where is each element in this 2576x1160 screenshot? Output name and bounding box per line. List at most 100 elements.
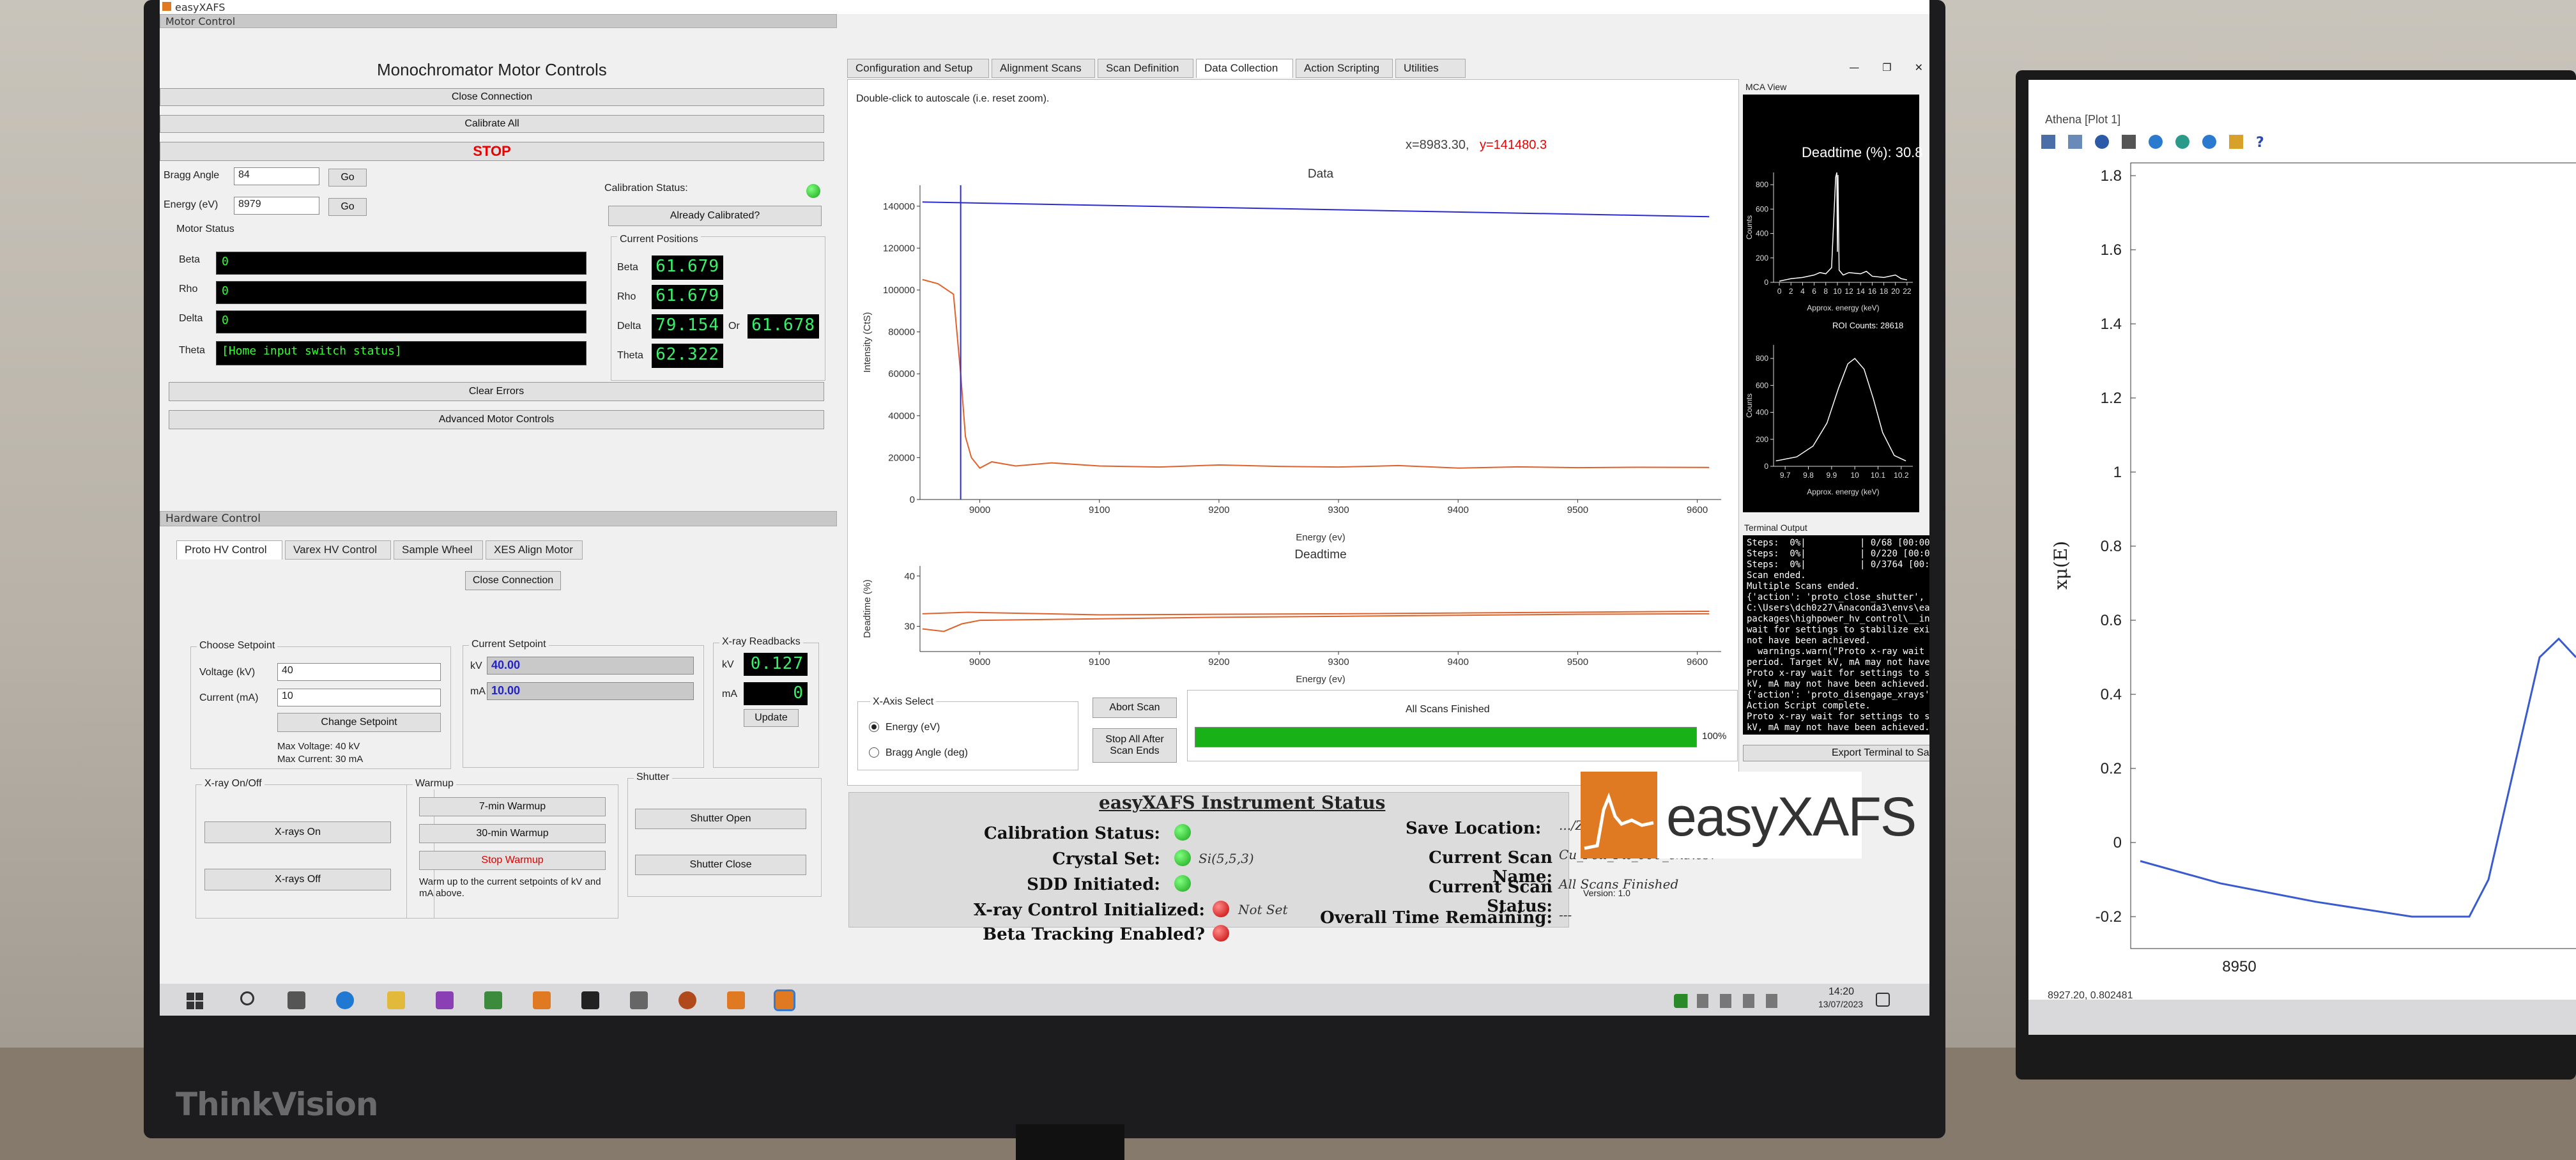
y-tick-label: 40	[904, 571, 915, 582]
search-icon[interactable]	[240, 991, 254, 1005]
max-voltage-text: Max Voltage: 40 kV	[277, 741, 360, 752]
bragg-go-button[interactable]: Go	[328, 169, 367, 187]
motor-panel-title: Motor Control	[165, 15, 236, 27]
help-icon[interactable]: ?	[2256, 135, 2270, 151]
clear-errors-button[interactable]: Clear Errors	[169, 382, 824, 401]
athena-y-tick-label: -0.2	[2096, 908, 2122, 926]
shutter-group	[627, 778, 822, 897]
athena-plot[interactable]: 1.8 1.6 1.4 1.2 1 0.8 0.6 0.4 0.2 0 -0.2 xμ(E) 8950	[2028, 156, 2576, 1035]
motor-heading: Monochromator Motor Controls	[377, 60, 607, 79]
energy-input[interactable]: 8979	[234, 197, 319, 215]
bragg-radio[interactable]	[869, 747, 879, 758]
or-label: Or	[728, 321, 740, 332]
app-icon-4[interactable]	[678, 991, 696, 1009]
zoom-out-icon[interactable]	[2175, 135, 2189, 149]
stop-all-button[interactable]: Stop All After Scan Ends	[1092, 728, 1177, 763]
xrays-off-button[interactable]: X-rays Off	[204, 869, 391, 890]
grid-icon[interactable]	[2122, 135, 2136, 149]
monitor-stand	[1016, 1124, 1124, 1160]
minimize-icon[interactable]: —	[1849, 61, 1859, 73]
save-icon[interactable]	[2041, 135, 2055, 149]
start-icon[interactable]	[187, 993, 203, 1009]
tab-utilities[interactable]: Utilities	[1395, 59, 1466, 78]
app-icon-1[interactable]	[436, 991, 454, 1009]
advanced-motor-controls-button[interactable]: Advanced Motor Controls	[169, 410, 824, 429]
x-tick-label: 4	[1800, 287, 1805, 296]
shutter-open-button[interactable]: Shutter Open	[635, 809, 806, 829]
warmup-30min-button[interactable]: 30-min Warmup	[419, 824, 606, 843]
tab-data-collection[interactable]: Data Collection	[1196, 59, 1293, 78]
deadtime-chart[interactable]: Deadtime 9000 9100 9200 9300 9400 9500 9600 30 40…	[856, 540, 1731, 685]
kv-read-label: kV	[722, 659, 734, 670]
stop-warmup-button[interactable]: Stop Warmup	[419, 851, 606, 870]
already-calibrated-button[interactable]: Already Calibrated?	[608, 206, 822, 226]
explorer-icon[interactable]	[387, 991, 405, 1009]
terminal-line: Scan ended.	[1747, 570, 1806, 581]
coord-y-readout: y=141480.3	[1480, 138, 1547, 152]
bragg-input[interactable]: 84	[234, 167, 319, 185]
warmup-note: Warm up to the current setpoints of kV a…	[419, 876, 601, 899]
tab-sample-wheel[interactable]: Sample Wheel	[394, 540, 483, 560]
terminal-taskbar-icon[interactable]	[581, 991, 599, 1009]
x-tick-label: 9500	[1567, 505, 1588, 515]
mca-spectrum-chart[interactable]: 0 2 4 6 8 10 12 14 16 18 20 220200400600800Approx. …	[1744, 160, 1920, 313]
tab-action-scripting[interactable]: Action Scripting	[1296, 59, 1393, 78]
crystal-set-label: Crystal Set:	[1052, 850, 1160, 869]
zoom-reset-icon[interactable]	[2202, 135, 2216, 149]
current-input[interactable]: 10	[277, 689, 441, 706]
calibration-status-led	[1174, 824, 1191, 841]
system-tray-icons[interactable]	[1674, 994, 1789, 1008]
easyxafs-taskbar-icon-active[interactable]	[774, 989, 795, 1011]
x-tick-label: 9600	[1687, 657, 1708, 668]
change-setpoint-button[interactable]: Change Setpoint	[277, 713, 441, 732]
edge-icon[interactable]	[336, 991, 354, 1009]
terminal-output[interactable]: Steps: 0%| | 0/68 [00:00<?, ?it/s]Steps:…	[1743, 535, 1929, 735]
hv-close-connection-button[interactable]: Close Connection	[465, 571, 561, 590]
copy-icon[interactable]	[2068, 135, 2082, 149]
close-icon[interactable]: ✕	[1915, 61, 1923, 73]
easyxafs-taskbar-icon[interactable]	[533, 991, 551, 1009]
tab-scan-definition[interactable]: Scan Definition	[1098, 59, 1193, 78]
easyxafs-taskbar-icon-2[interactable]	[727, 991, 745, 1009]
warmup-7min-button[interactable]: 7-min Warmup	[419, 797, 606, 816]
export-terminal-button[interactable]: Export Terminal to Save Directory	[1743, 745, 1929, 761]
xray-onoff-group	[195, 784, 434, 919]
app-icon-2[interactable]	[484, 991, 502, 1009]
easyxafs-logo: easyXAFS	[1581, 772, 1917, 859]
terminal-line: {'action': 'proto_disengage_xrays', 'par…	[1747, 690, 1929, 700]
shutter-label: Shutter	[634, 772, 672, 783]
shutter-close-button[interactable]: Shutter Close	[635, 855, 806, 875]
data-chart[interactable]: Data 9000 9100 9200 9300 9400 9500 9600 0 20000 40…	[856, 160, 1731, 543]
xrays-on-button[interactable]: X-rays On	[204, 821, 391, 843]
y-tick-label: 60000	[888, 369, 915, 379]
settings-icon[interactable]	[2229, 135, 2243, 149]
update-button[interactable]: Update	[744, 709, 799, 727]
notification-icon[interactable]	[1876, 993, 1890, 1007]
tab-configuration[interactable]: Configuration and Setup	[847, 59, 989, 78]
motor-close-connection-button[interactable]: Close Connection	[160, 88, 824, 106]
task-view-icon[interactable]	[288, 991, 305, 1009]
terminal-line: {'action': 'proto_close_shutter', 'param…	[1747, 592, 1925, 602]
refresh-icon[interactable]	[2095, 135, 2109, 149]
sdd-led	[1174, 875, 1191, 892]
zoom-in-icon[interactable]	[2149, 135, 2163, 149]
tab-xes-align[interactable]: XES Align Motor	[486, 540, 583, 560]
app-icon-3[interactable]	[630, 991, 648, 1009]
energy-radio[interactable]	[869, 722, 879, 732]
tab-proto-hv[interactable]: Proto HV Control	[176, 540, 282, 560]
energy-go-button[interactable]: Go	[328, 198, 367, 216]
x-tick-label: 22	[1903, 287, 1912, 296]
tab-varex-hv[interactable]: Varex HV Control	[285, 540, 391, 560]
tab-alignment[interactable]: Alignment Scans	[992, 59, 1095, 78]
voltage-input[interactable]: 40	[277, 663, 441, 681]
calibrate-all-button[interactable]: Calibrate All	[160, 115, 824, 133]
x-tick-label: 6	[1812, 287, 1816, 296]
abort-scan-button[interactable]: Abort Scan	[1092, 698, 1177, 718]
terminal-line: Action Script complete.	[1747, 701, 1871, 711]
maximize-icon[interactable]: ❐	[1882, 61, 1891, 73]
stop-button[interactable]: STOP	[160, 142, 824, 161]
roi-spectrum-chart[interactable]: 9.7 9.8 9.9 10 10.1 10.2 0 200 400 600 800 Approx. …	[1744, 332, 1920, 497]
x-axis-label: Approx. energy (keV)	[1807, 303, 1879, 312]
y-tick-label: 400	[1756, 229, 1768, 238]
x-tick-label: 9.9	[1826, 471, 1837, 480]
